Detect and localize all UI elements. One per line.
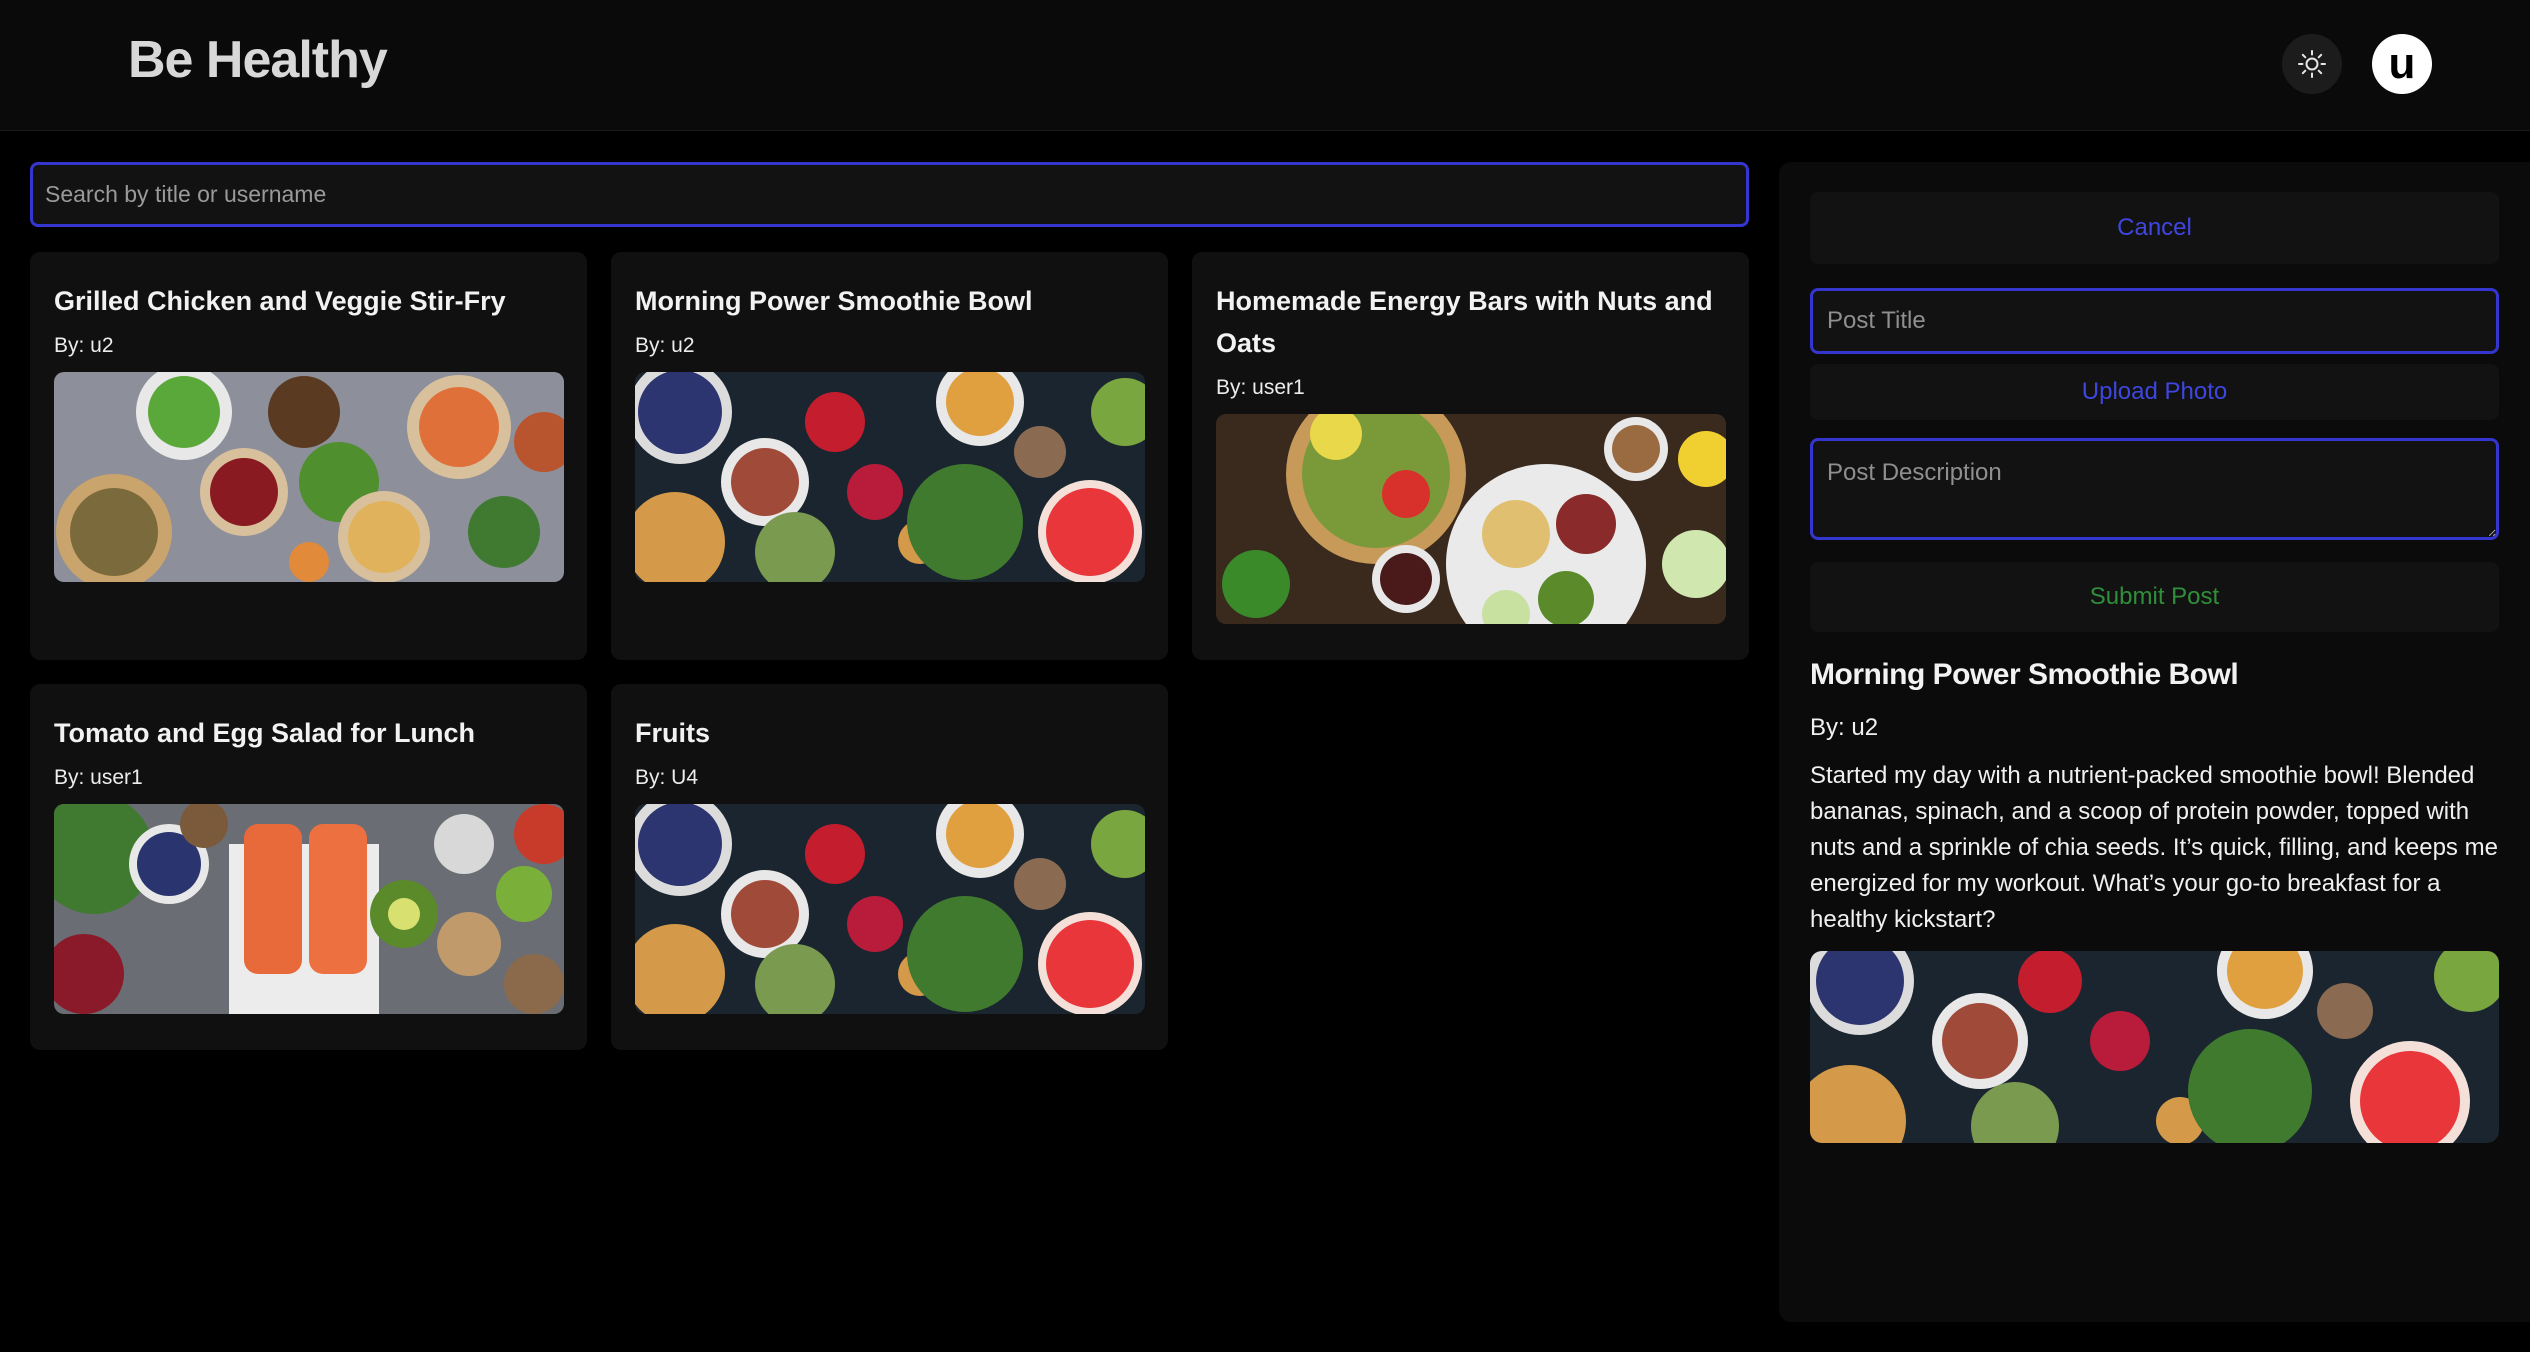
post-author: By: user1 <box>1216 376 1305 399</box>
selected-post-author: By: u2 <box>1810 714 1879 741</box>
post-card[interactable]: Grilled Chicken and Veggie Stir-Fry By: … <box>30 252 587 660</box>
selected-post-title: Morning Power Smoothie Bowl <box>1810 658 2239 691</box>
search-input[interactable] <box>30 162 1749 227</box>
app-title: Be Healthy <box>128 31 388 89</box>
theme-toggle-button[interactable] <box>2282 34 2342 94</box>
post-image <box>54 804 564 1014</box>
post-card[interactable]: Tomato and Egg Salad for Lunch By: user1 <box>30 684 587 1050</box>
post-title: Tomato and Egg Salad for Lunch <box>54 718 476 748</box>
post-image <box>635 372 1145 582</box>
app-header: Be Healthy u <box>0 0 2530 131</box>
sun-icon <box>2298 50 2326 78</box>
post-description-input[interactable] <box>1810 438 2499 540</box>
post-panel: Cancel Upload Photo Submit Post Morning … <box>1779 162 2530 1322</box>
submit-post-button[interactable]: Submit Post <box>1810 562 2499 632</box>
post-image <box>635 804 1145 1014</box>
user-avatar[interactable]: u <box>2372 34 2432 94</box>
cancel-button[interactable]: Cancel <box>1810 192 2499 264</box>
post-card[interactable]: Fruits By: U4 <box>611 684 1168 1050</box>
post-title: Morning Power Smoothie Bowl <box>635 286 1033 316</box>
post-title: Grilled Chicken and Veggie Stir-Fry <box>54 286 506 316</box>
post-image <box>1216 414 1726 624</box>
post-author: By: U4 <box>635 766 699 789</box>
post-card[interactable]: Morning Power Smoothie Bowl By: u2 <box>611 252 1168 660</box>
post-author: By: user1 <box>54 766 143 789</box>
post-author: By: u2 <box>54 334 114 357</box>
upload-photo-button[interactable]: Upload Photo <box>1810 364 2499 420</box>
selected-post-description: Started my day with a nutrient-packed sm… <box>1810 762 2498 933</box>
post-author: By: u2 <box>635 334 695 357</box>
post-title: Homemade Energy Bars with Nuts and Oats <box>1216 286 1713 358</box>
selected-post-image <box>1810 951 2499 1143</box>
post-image <box>54 372 564 582</box>
post-title-input[interactable] <box>1810 288 2499 354</box>
post-card[interactable]: Homemade Energy Bars with Nuts and Oats … <box>1192 252 1749 660</box>
post-title: Fruits <box>635 718 711 748</box>
